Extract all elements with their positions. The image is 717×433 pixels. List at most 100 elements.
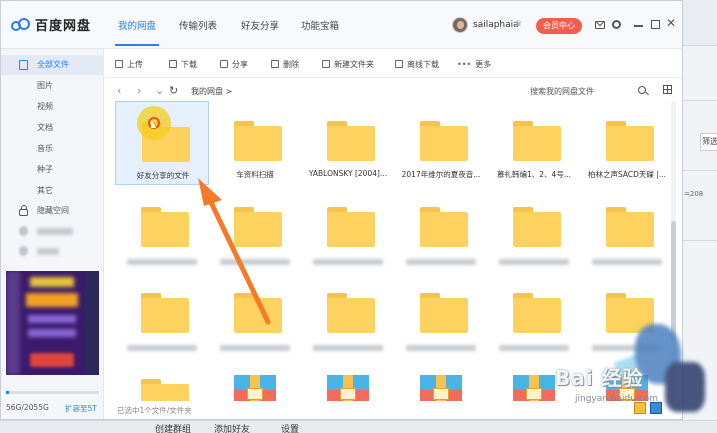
more-button[interactable]: ••• 更多 (457, 59, 491, 70)
breadcrumb-separator: > (225, 87, 233, 96)
folder-tile[interactable]: YABLONSKY [2004]... (301, 101, 395, 185)
folder-tile[interactable] (580, 187, 670, 271)
tab-friend-share[interactable]: 好友分享 (241, 18, 279, 32)
sidebar-item-hidden-space[interactable]: 隐藏空间 (1, 201, 104, 221)
breadcrumb: ‹ › ⌄ ↻ 我的网盘 > 搜索我的网盘文件 (105, 81, 682, 101)
folder-tile[interactable] (115, 359, 209, 401)
app-title: 百度网盘 (35, 19, 92, 34)
delete-button[interactable]: 删除 (271, 59, 299, 70)
upload-icon (115, 60, 123, 68)
add-friend-button[interactable]: 添加好友 (214, 422, 250, 433)
folder-tile[interactable]: 2017年维尔的夏夜音... (394, 101, 488, 185)
background-divider (683, 100, 717, 101)
sidebar-item-torrents[interactable]: 种子 (1, 160, 104, 180)
file-name: 好友分享的文件 (136, 171, 190, 180)
forward-button[interactable]: › (137, 84, 141, 97)
offline-download-button[interactable]: 离线下载 (395, 59, 439, 70)
sidebar-item-blurred[interactable] (1, 241, 104, 261)
tab-my-netdisk[interactable]: 我的网盘 (118, 18, 156, 32)
archive-icon (234, 375, 276, 401)
blurred-file-name (592, 259, 662, 265)
username[interactable]: sailaphaia (473, 20, 519, 30)
blurred-label (37, 228, 73, 235)
breadcrumb-current[interactable]: 我的网盘 (191, 87, 223, 96)
file-name: 车资料扫描 (236, 170, 274, 179)
folder-tile[interactable] (208, 187, 302, 271)
folder-tile[interactable]: 柏林之声SACD天碟 |... (580, 101, 670, 185)
folder-tile[interactable] (394, 273, 488, 357)
folder-tile[interactable] (487, 187, 581, 271)
watermark-badge-icon (650, 402, 662, 414)
mouse-cursor-icon (151, 120, 156, 128)
folder-icon (513, 293, 561, 333)
blurred-file-name (220, 345, 290, 351)
create-group-button[interactable]: 创建群组 (155, 422, 191, 433)
vip-center-button[interactable]: 会员中心 (536, 18, 582, 34)
folder-icon (234, 293, 282, 333)
offline-download-icon (395, 60, 403, 68)
blurred-file-name (406, 345, 476, 351)
share-button[interactable]: 分享 (220, 59, 248, 70)
back-button[interactable]: ‹ (117, 84, 121, 97)
title-bar: 百度网盘 我的网盘 传输列表 好友分享 功能宝箱 sailaphaia ♛ 会员… (1, 1, 682, 49)
new-folder-icon (322, 60, 330, 68)
upload-label: 上传 (127, 60, 143, 69)
archive-tile[interactable] (208, 359, 302, 401)
folder-icon (420, 121, 468, 161)
settings-button[interactable]: 设置 (281, 422, 299, 433)
file-name: 2017年维尔的夏夜音... (401, 170, 481, 179)
mail-icon[interactable] (595, 21, 605, 29)
close-icon[interactable]: ✕ (666, 16, 676, 30)
background-filter-button[interactable]: 筛选 (700, 133, 717, 151)
minimize-icon[interactable] (634, 25, 643, 27)
tab-toolbox[interactable]: 功能宝箱 (301, 18, 339, 32)
archive-tile[interactable] (301, 359, 395, 401)
folder-icon (141, 207, 189, 247)
folder-tile[interactable] (208, 273, 302, 357)
expand-storage-link[interactable]: 扩容至5T (65, 403, 97, 414)
file-name: 慕礼韩编1、2、4号... (497, 170, 571, 179)
folder-tile[interactable] (115, 273, 209, 357)
blurred-file-name (313, 259, 383, 265)
share-icon (220, 60, 228, 68)
search-input[interactable]: 搜索我的网盘文件 (530, 86, 594, 97)
folder-icon (327, 207, 375, 247)
sidebar-item-all-files[interactable]: 全部文件 (1, 55, 104, 75)
search-icon[interactable] (638, 86, 646, 94)
toolbar-divider (105, 77, 682, 78)
folder-tile[interactable]: 慕礼韩编1、2、4号... (487, 101, 581, 185)
archive-tile[interactable] (394, 359, 488, 401)
blurred-file-name (406, 259, 476, 265)
sidebar-item-documents[interactable]: 文档 (1, 118, 104, 138)
background-divider (683, 170, 717, 171)
folder-tile[interactable] (301, 187, 395, 271)
all-files-icon (19, 60, 28, 70)
promo-banner[interactable] (6, 271, 99, 375)
download-button[interactable]: 下载 (169, 59, 197, 70)
grid-view-icon[interactable] (663, 85, 672, 94)
new-folder-button[interactable]: 新建文件夹 (322, 59, 374, 70)
blurred-icon (19, 246, 28, 256)
breadcrumb-path[interactable]: 我的网盘 > (191, 86, 232, 97)
folder-tile[interactable] (394, 187, 488, 271)
tab-transfer-list[interactable]: 传输列表 (179, 18, 217, 32)
sidebar-item-blurred[interactable] (1, 221, 104, 241)
sidebar-item-videos[interactable]: 视频 (1, 97, 104, 117)
upload-button[interactable]: 上传 (115, 59, 143, 70)
avatar[interactable] (452, 17, 468, 33)
sidebar-item-images[interactable]: 图片 (1, 76, 104, 96)
folder-icon (606, 207, 654, 247)
folder-icon (141, 293, 189, 333)
sidebar-item-label: 其它 (37, 186, 53, 195)
sidebar-item-music[interactable]: 音乐 (1, 139, 104, 159)
sidebar: 全部文件 图片 视频 文档 音乐 种子 其它 隐藏空间 56G/2055G 扩容… (1, 49, 104, 419)
sidebar-item-other[interactable]: 其它 (1, 181, 104, 201)
folder-tile[interactable] (301, 273, 395, 357)
folder-tile[interactable] (115, 187, 209, 271)
maximize-icon[interactable] (651, 20, 660, 29)
folder-icon (513, 121, 561, 161)
folder-tile[interactable]: 车资料扫描 (208, 101, 302, 185)
chevron-down-icon[interactable]: ⌄ (155, 84, 164, 97)
refresh-button[interactable]: ↻ (169, 84, 178, 97)
gear-icon[interactable] (612, 20, 621, 29)
